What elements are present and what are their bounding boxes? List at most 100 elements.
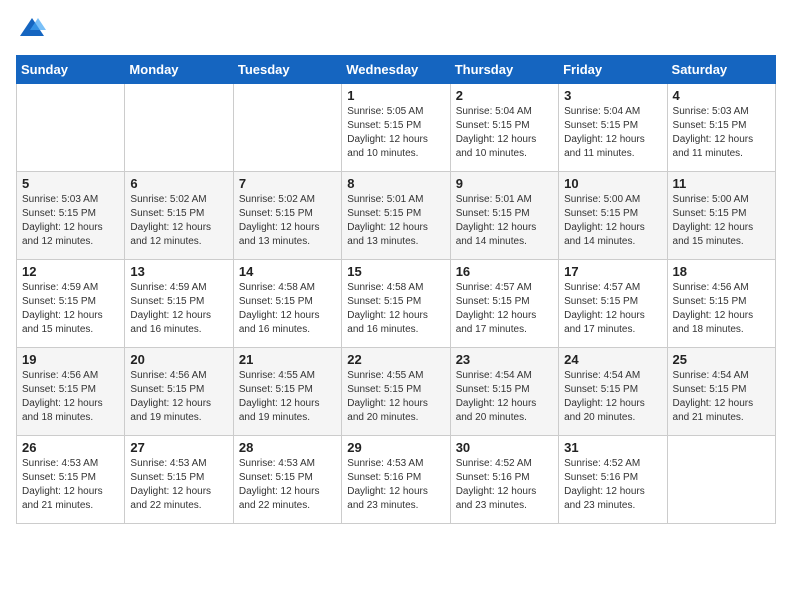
day-info: Sunrise: 4:58 AM Sunset: 5:15 PM Dayligh…: [347, 281, 444, 337]
calendar-cell: 20 Sunrise: 4:56 AM Sunset: 5:15 PM Dayli…: [125, 348, 233, 436]
calendar-cell: 14 Sunrise: 4:58 AM Sunset: 5:15 PM Dayli…: [233, 260, 341, 348]
day-number: 15: [347, 264, 444, 279]
calendar-week-row: 1Sunrise: 5:05 AM Sunset: 5:15 PM Daylig…: [17, 84, 776, 172]
day-number: 28: [239, 440, 336, 455]
calendar-cell: 7Sunrise: 5:02 AM Sunset: 5:15 PM Daylig…: [233, 172, 341, 260]
calendar-cell: 4 Sunrise: 5:03 AM Sunset: 5:15 PM Daylig…: [667, 84, 775, 172]
day-info: Sunrise: 4:53 AM Sunset: 5:15 PM Dayligh…: [130, 457, 227, 513]
page-header: [16, 16, 776, 43]
day-number: 10: [564, 176, 661, 191]
day-number: 16: [456, 264, 553, 279]
day-number: 30: [456, 440, 553, 455]
day-info: Sunrise: 5:02 AM Sunset: 5:15 PM Dayligh…: [130, 193, 227, 249]
calendar-cell: 5 Sunrise: 5:03 AM Sunset: 5:15 PM Daylig…: [17, 172, 125, 260]
day-number: 14: [239, 264, 336, 279]
day-number: 21: [239, 352, 336, 367]
day-number: 11: [673, 176, 770, 191]
calendar-cell: 3Sunrise: 5:04 AM Sunset: 5:15 PM Daylig…: [559, 84, 667, 172]
calendar-cell: [667, 436, 775, 524]
day-number: 5: [22, 176, 119, 191]
day-number: 1: [347, 88, 444, 103]
calendar-cell: 8Sunrise: 5:01 AM Sunset: 5:15 PM Daylig…: [342, 172, 450, 260]
calendar-cell: [17, 84, 125, 172]
day-number: 20: [130, 352, 227, 367]
day-number: 4: [673, 88, 770, 103]
calendar-cell: 16 Sunrise: 4:57 AM Sunset: 5:15 PM Dayli…: [450, 260, 558, 348]
day-number: 12: [22, 264, 119, 279]
day-info: Sunrise: 5:03 AM Sunset: 5:15 PM Dayligh…: [22, 193, 119, 249]
day-info: Sunrise: 4:52 AM Sunset: 5:16 PM Dayligh…: [564, 457, 661, 513]
day-info: Sunrise: 5:01 AM Sunset: 5:15 PM Dayligh…: [347, 193, 444, 249]
day-info: Sunrise: 4:55 AM Sunset: 5:15 PM Dayligh…: [239, 369, 336, 425]
day-number: 3: [564, 88, 661, 103]
day-info: Sunrise: 4:56 AM Sunset: 5:15 PM Dayligh…: [130, 369, 227, 425]
logo-wordmark: [16, 16, 46, 43]
calendar-cell: 19 Sunrise: 4:56 AM Sunset: 5:15 PM Dayli…: [17, 348, 125, 436]
calendar-cell: 22 Sunrise: 4:55 AM Sunset: 5:15 PM Dayli…: [342, 348, 450, 436]
day-info: Sunrise: 4:56 AM Sunset: 5:15 PM Dayligh…: [22, 369, 119, 425]
calendar-cell: 15 Sunrise: 4:58 AM Sunset: 5:15 PM Dayli…: [342, 260, 450, 348]
day-info: Sunrise: 5:04 AM Sunset: 5:15 PM Dayligh…: [456, 105, 553, 161]
day-number: 13: [130, 264, 227, 279]
calendar-header-row: SundayMondayTuesdayWednesdayThursdayFrid…: [17, 56, 776, 84]
day-info: Sunrise: 4:58 AM Sunset: 5:15 PM Dayligh…: [239, 281, 336, 337]
calendar-cell: [233, 84, 341, 172]
calendar-cell: 29 Sunrise: 4:53 AM Sunset: 5:16 PM Dayli…: [342, 436, 450, 524]
day-info: Sunrise: 4:53 AM Sunset: 5:15 PM Dayligh…: [22, 457, 119, 513]
calendar-cell: 18 Sunrise: 4:56 AM Sunset: 5:15 PM Dayli…: [667, 260, 775, 348]
day-info: Sunrise: 4:54 AM Sunset: 5:15 PM Dayligh…: [564, 369, 661, 425]
day-info: Sunrise: 4:56 AM Sunset: 5:15 PM Dayligh…: [673, 281, 770, 337]
calendar-week-row: 12 Sunrise: 4:59 AM Sunset: 5:15 PM Dayli…: [17, 260, 776, 348]
day-number: 6: [130, 176, 227, 191]
calendar-cell: 26 Sunrise: 4:53 AM Sunset: 5:15 PM Dayli…: [17, 436, 125, 524]
day-info: Sunrise: 4:53 AM Sunset: 5:15 PM Dayligh…: [239, 457, 336, 513]
day-info: Sunrise: 4:57 AM Sunset: 5:15 PM Dayligh…: [456, 281, 553, 337]
calendar-dow-monday: Monday: [125, 56, 233, 84]
calendar-dow-sunday: Sunday: [17, 56, 125, 84]
calendar-cell: 23 Sunrise: 4:54 AM Sunset: 5:15 PM Dayli…: [450, 348, 558, 436]
calendar-cell: 6 Sunrise: 5:02 AM Sunset: 5:15 PM Daylig…: [125, 172, 233, 260]
logo: [16, 16, 46, 43]
day-info: Sunrise: 4:59 AM Sunset: 5:15 PM Dayligh…: [130, 281, 227, 337]
calendar-cell: 9Sunrise: 5:01 AM Sunset: 5:15 PM Daylig…: [450, 172, 558, 260]
day-info: Sunrise: 4:55 AM Sunset: 5:15 PM Dayligh…: [347, 369, 444, 425]
calendar-cell: 21 Sunrise: 4:55 AM Sunset: 5:15 PM Dayli…: [233, 348, 341, 436]
calendar-cell: [125, 84, 233, 172]
calendar-cell: 25 Sunrise: 4:54 AM Sunset: 5:15 PM Dayli…: [667, 348, 775, 436]
day-number: 23: [456, 352, 553, 367]
calendar-dow-wednesday: Wednesday: [342, 56, 450, 84]
calendar-cell: 12 Sunrise: 4:59 AM Sunset: 5:15 PM Dayli…: [17, 260, 125, 348]
calendar-cell: 30Sunrise: 4:52 AM Sunset: 5:16 PM Dayli…: [450, 436, 558, 524]
calendar-week-row: 19 Sunrise: 4:56 AM Sunset: 5:15 PM Dayli…: [17, 348, 776, 436]
calendar-cell: 27Sunrise: 4:53 AM Sunset: 5:15 PM Dayli…: [125, 436, 233, 524]
day-number: 26: [22, 440, 119, 455]
day-info: Sunrise: 5:00 AM Sunset: 5:15 PM Dayligh…: [564, 193, 661, 249]
calendar-cell: 28 Sunrise: 4:53 AM Sunset: 5:15 PM Dayli…: [233, 436, 341, 524]
calendar-cell: 13 Sunrise: 4:59 AM Sunset: 5:15 PM Dayli…: [125, 260, 233, 348]
day-info: Sunrise: 4:53 AM Sunset: 5:16 PM Dayligh…: [347, 457, 444, 513]
day-info: Sunrise: 4:54 AM Sunset: 5:15 PM Dayligh…: [456, 369, 553, 425]
day-number: 22: [347, 352, 444, 367]
day-number: 29: [347, 440, 444, 455]
calendar-dow-tuesday: Tuesday: [233, 56, 341, 84]
day-number: 25: [673, 352, 770, 367]
calendar-cell: 10 Sunrise: 5:00 AM Sunset: 5:15 PM Dayli…: [559, 172, 667, 260]
calendar-dow-thursday: Thursday: [450, 56, 558, 84]
logo-icon: [18, 16, 46, 38]
day-number: 18: [673, 264, 770, 279]
calendar-dow-saturday: Saturday: [667, 56, 775, 84]
day-number: 2: [456, 88, 553, 103]
day-info: Sunrise: 5:00 AM Sunset: 5:15 PM Dayligh…: [673, 193, 770, 249]
calendar-cell: 11 Sunrise: 5:00 AM Sunset: 5:15 PM Dayli…: [667, 172, 775, 260]
day-info: Sunrise: 4:59 AM Sunset: 5:15 PM Dayligh…: [22, 281, 119, 337]
calendar-cell: 1Sunrise: 5:05 AM Sunset: 5:15 PM Daylig…: [342, 84, 450, 172]
day-info: Sunrise: 4:54 AM Sunset: 5:15 PM Dayligh…: [673, 369, 770, 425]
calendar-cell: 24 Sunrise: 4:54 AM Sunset: 5:15 PM Dayli…: [559, 348, 667, 436]
day-info: Sunrise: 5:03 AM Sunset: 5:15 PM Dayligh…: [673, 105, 770, 161]
calendar-week-row: 26 Sunrise: 4:53 AM Sunset: 5:15 PM Dayli…: [17, 436, 776, 524]
day-number: 31: [564, 440, 661, 455]
day-info: Sunrise: 4:57 AM Sunset: 5:15 PM Dayligh…: [564, 281, 661, 337]
day-number: 19: [22, 352, 119, 367]
day-number: 9: [456, 176, 553, 191]
day-number: 24: [564, 352, 661, 367]
